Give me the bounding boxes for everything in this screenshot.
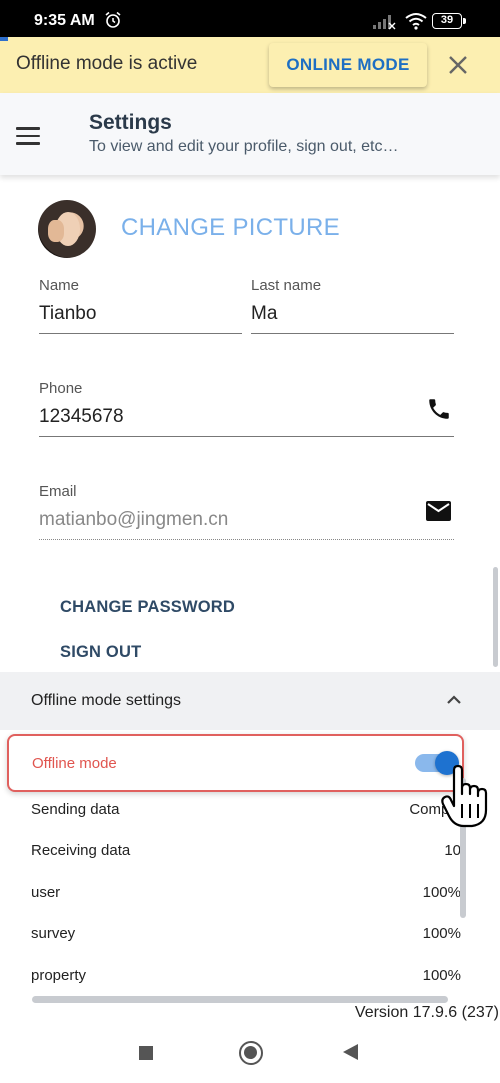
row-value: 10 [444,842,461,859]
offline-banner: Offline mode is active ONLINE MODE [0,37,500,93]
last-name-label: Last name [251,277,322,294]
email-underline [39,539,454,540]
name-field[interactable]: Tianbo [39,303,96,325]
offline-mode-row[interactable]: Offline mode [7,734,464,792]
row-value: 100% [422,967,461,984]
email-field: matianbo@jingmen.cn [39,509,229,530]
offline-mode-label: Offline mode [32,755,117,772]
menu-icon[interactable] [16,127,40,145]
mail-icon[interactable] [425,500,452,522]
chevron-up-icon[interactable] [444,690,464,710]
row-name: Receiving data [31,842,131,859]
avatar-hand [48,220,64,242]
offline-settings-header[interactable]: Offline mode settings [0,672,500,730]
phone-label: Phone [39,380,83,397]
list-item: property 100% [0,961,500,991]
last-name-field[interactable]: Ma [251,303,277,325]
alarm-icon [105,11,121,28]
last-name-underline [251,333,454,334]
battery-tip [463,18,466,24]
list-item: user 100% [0,878,500,908]
wifi-icon [405,13,427,30]
status-time: 9:35 AM [34,12,95,29]
signal-icon [373,15,396,30]
back-icon[interactable] [343,1044,358,1060]
phone-underline [39,436,454,437]
change-password-button[interactable]: CHANGE PASSWORD [60,598,235,617]
name-label: Name [39,277,80,294]
row-name: Sending data [31,801,120,818]
phone-icon[interactable] [426,396,452,422]
banner-accent [0,37,8,41]
email-label: Email [39,483,77,500]
recents-icon[interactable] [139,1046,153,1060]
hand-cursor-icon [441,764,488,828]
page-scrollbar[interactable] [493,567,498,667]
row-value: 100% [422,925,461,942]
row-value: 100% [422,884,461,901]
avatar[interactable] [38,200,96,258]
horizontal-scrollbar[interactable] [32,996,448,1003]
close-icon[interactable] [444,51,472,79]
page-subtitle: To view and edit your profile, sign out,… [89,138,399,155]
sign-out-button[interactable]: SIGN OUT [60,643,141,662]
version-text: Version 17.9.6 (237) [354,1004,499,1021]
system-nav-bar [0,1024,500,1083]
row-name: user [31,884,61,901]
offline-settings-title: Offline mode settings [31,692,182,709]
row-name: survey [31,925,76,942]
list-item: Receiving data 10 [0,836,500,866]
change-picture-button[interactable]: CHANGE PICTURE [121,214,340,242]
phone-field[interactable]: 12345678 [39,406,124,428]
page-title: Settings [89,111,172,134]
row-name: property [31,967,87,984]
battery-icon: 39 [432,13,462,29]
offline-banner-text: Offline mode is active [16,53,198,74]
list-item: survey 100% [0,919,500,949]
online-mode-button[interactable]: ONLINE MODE [269,43,427,87]
app-header: Settings To view and edit your profile, … [0,93,500,175]
name-underline [39,333,242,334]
home-icon[interactable] [239,1041,263,1065]
list-item: Sending data Comple [0,795,500,825]
